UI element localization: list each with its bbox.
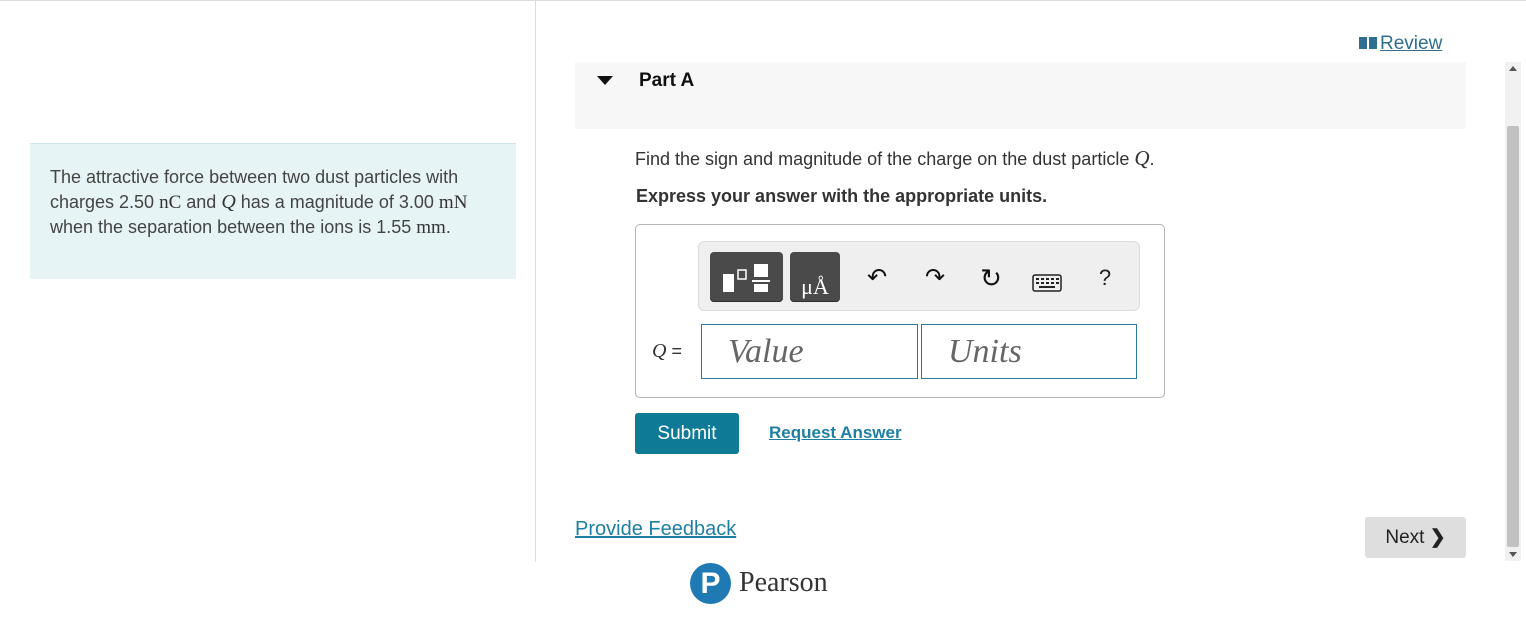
problem-unit-mm: mm [416, 217, 446, 238]
review-link[interactable]: Review [1358, 33, 1442, 55]
review-label: Review [1380, 33, 1443, 54]
answer-label-var: Q [652, 340, 667, 362]
scrollbar-thumb[interactable] [1507, 126, 1519, 547]
help-icon[interactable]: ? [1091, 264, 1119, 292]
undo-icon[interactable]: ↶ [863, 264, 891, 292]
part-a-header[interactable]: Part A [575, 62, 1466, 129]
units-button-text: μÅ [801, 274, 829, 299]
next-button[interactable]: Next ❯ [1365, 517, 1466, 558]
collapse-triangle-icon[interactable] [597, 76, 613, 85]
templates-button[interactable] [710, 252, 783, 302]
units-input[interactable] [921, 324, 1137, 379]
problem-text-2: and [181, 192, 222, 212]
value-input[interactable] [701, 324, 918, 379]
book-icon [1359, 37, 1377, 49]
units-button[interactable]: μÅ [790, 252, 840, 302]
problem-var-q: Q [221, 191, 236, 213]
answer-label-eq: = [666, 341, 682, 361]
provide-feedback-link[interactable]: Provide Feedback [575, 518, 736, 541]
instruction-text: Express your answer with the appropriate… [636, 186, 1048, 206]
problem-text-5: . [445, 217, 451, 237]
submit-button[interactable]: Submit [635, 413, 739, 454]
reset-icon[interactable]: ↻ [977, 264, 1005, 292]
pearson-wordmark: Pearson [739, 567, 828, 598]
question-body: Find the sign and magnitude of the charg… [635, 149, 1135, 169]
problem-text-4: when the separation between the ions is … [50, 217, 417, 237]
question-text: Find the sign and magnitude of the charg… [635, 146, 1155, 171]
question-end: . [1149, 149, 1155, 169]
problem-unit-nc: nC [159, 192, 182, 213]
templates-icon [723, 264, 770, 292]
keyboard-icon[interactable] [1032, 274, 1062, 292]
next-label: Next [1385, 527, 1425, 548]
problem-statement: The attractive force between two dust pa… [30, 143, 516, 279]
column-divider [535, 0, 536, 562]
problem-text-3: has a magnitude of 3.00 [235, 192, 439, 212]
part-title: Part A [639, 70, 695, 91]
top-rule [0, 0, 1526, 1]
request-answer-link[interactable]: Request Answer [769, 423, 902, 443]
pearson-logo-icon: P [690, 563, 731, 604]
chevron-right-icon: ❯ [1429, 527, 1446, 548]
answer-label: Q = [652, 340, 682, 363]
vertical-scrollbar[interactable] [1505, 62, 1521, 561]
redo-icon[interactable]: ↷ [921, 264, 949, 292]
problem-unit-mn: mN [438, 192, 468, 213]
question-var-q: Q [1134, 146, 1150, 170]
math-toolbar: μÅ ↶ ↷ ↻ ? [698, 241, 1140, 311]
scroll-down-icon[interactable] [1509, 552, 1517, 557]
scroll-up-icon[interactable] [1509, 66, 1517, 71]
